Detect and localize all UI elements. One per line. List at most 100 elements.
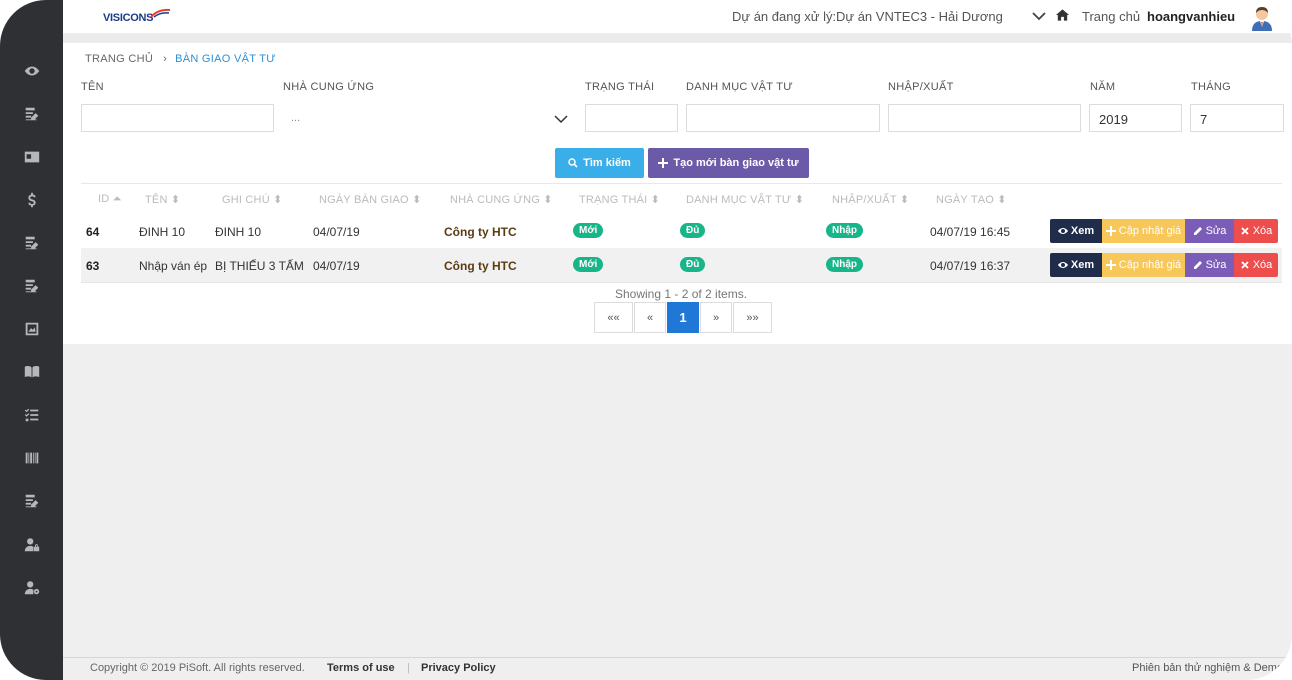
close-icon	[1241, 261, 1249, 269]
cell-handover-date: 04/07/19	[313, 259, 360, 273]
delete-button[interactable]: Xóa	[1234, 253, 1278, 277]
page-1-button[interactable]: 1	[667, 302, 699, 333]
col-status[interactable]: TRẠNG THÁI ⬍	[579, 193, 660, 206]
create-button-label: Tạo mới bàn giao vật tư	[673, 157, 799, 169]
image-frame-icon[interactable]	[22, 319, 42, 339]
prev-page-button[interactable]: «	[634, 302, 666, 333]
barcode-icon[interactable]	[22, 448, 42, 468]
copyright-text: Copyright © 2019 PiSoft. All rights rese…	[90, 662, 305, 674]
col-category[interactable]: DANH MỤC VẬT TƯ ⬍	[686, 193, 804, 206]
update-price-label: Cập nhật giá	[1118, 259, 1182, 271]
eye-icon[interactable]	[22, 61, 42, 81]
user-cog-icon[interactable]	[22, 578, 42, 598]
edit-button-label: Sửa	[1205, 259, 1227, 271]
name-filter-input[interactable]	[81, 104, 274, 132]
name-filter-label: TÊN	[81, 81, 104, 93]
col-id[interactable]: ID ⏶	[98, 193, 122, 206]
eye-icon	[1057, 262, 1068, 268]
edit-list-icon[interactable]	[22, 491, 42, 511]
table-row: 64 ĐINH 10 ĐINH 10 04/07/19 Công ty HTC …	[81, 214, 1282, 249]
cell-supplier: Công ty HTC	[444, 225, 517, 239]
project-label: Dự án đang xử lý:	[732, 9, 837, 24]
io-badge: Nhập	[826, 257, 863, 272]
plus-icon	[658, 158, 669, 168]
io-filter-label: NHẬP/XUẤT	[888, 81, 954, 93]
category-filter-label: DANH MỤC VẬT TƯ	[686, 81, 793, 93]
breadcrumb: TRANG CHỦ › BÀN GIAO VẬT TƯ	[85, 53, 276, 65]
checklist-icon[interactable]	[22, 405, 42, 425]
edit-list-icon[interactable]	[22, 276, 42, 296]
visicons-logo[interactable]: VISICONS	[103, 8, 173, 28]
delete-button-label: Xóa	[1252, 259, 1273, 271]
close-icon	[1241, 227, 1249, 235]
delete-button[interactable]: Xóa	[1234, 219, 1278, 243]
update-price-label: Cập nhật giá	[1118, 225, 1182, 237]
breadcrumb-separator-icon: ›	[163, 53, 168, 65]
view-button-label: Xem	[1070, 225, 1095, 237]
next-page-button[interactable]: »	[700, 302, 732, 333]
privacy-link[interactable]: Privacy Policy	[421, 662, 496, 674]
supplier-select[interactable]: ...	[281, 104, 571, 132]
pencil-icon	[1193, 227, 1202, 235]
search-icon	[568, 158, 578, 168]
edit-list-icon[interactable]	[22, 233, 42, 253]
cell-id: 63	[86, 259, 100, 273]
cell-note: BỊ THIẾU 3 TẤM	[215, 259, 304, 273]
col-io[interactable]: NHẬP/XUẤT ⬍	[832, 193, 909, 206]
user-lock-icon[interactable]	[22, 535, 42, 555]
plus-icon	[1105, 260, 1116, 270]
home-link[interactable]: Trang chủ	[1082, 9, 1140, 24]
breadcrumb-home[interactable]: TRANG CHỦ	[85, 53, 153, 65]
search-button[interactable]: Tìm kiếm	[555, 148, 644, 178]
edit-button-label: Sửa	[1205, 225, 1227, 237]
update-price-button[interactable]: Cập nhật giá	[1102, 253, 1185, 277]
dollar-icon[interactable]	[22, 190, 42, 210]
chevron-down-icon[interactable]	[554, 114, 568, 124]
delete-button-label: Xóa	[1252, 225, 1273, 237]
month-input[interactable]: 7	[1190, 104, 1284, 132]
io-filter-input[interactable]	[888, 104, 1081, 132]
category-filter-input[interactable]	[686, 104, 880, 132]
view-button[interactable]: Xem	[1050, 253, 1102, 277]
update-price-button[interactable]: Cập nhật giá	[1102, 219, 1185, 243]
last-page-button[interactable]: »»	[733, 302, 772, 333]
cell-created: 04/07/19 16:37	[930, 259, 1011, 273]
home-icon[interactable]	[1055, 8, 1070, 22]
top-header: VISICONS Dự án đang xử lý: Dự án VNTEC3 …	[63, 0, 1292, 33]
username[interactable]: hoangvanhieu	[1147, 9, 1235, 24]
edit-button[interactable]: Sửa	[1185, 219, 1234, 243]
first-page-button[interactable]: ««	[594, 302, 633, 333]
chevron-down-icon[interactable]	[1031, 10, 1047, 22]
cell-handover-date: 04/07/19	[313, 225, 360, 239]
edit-list-icon[interactable]	[22, 104, 42, 124]
cell-name: ĐINH 10	[139, 225, 186, 239]
status-filter-label: TRẠNG THÁI	[585, 81, 655, 93]
create-handover-button[interactable]: Tạo mới bàn giao vật tư	[648, 148, 809, 178]
col-created[interactable]: NGÀY TẠO ⬍	[936, 193, 1007, 206]
col-supplier[interactable]: NHÀ CUNG ỨNG ⬍	[450, 193, 553, 206]
cell-note: ĐINH 10	[215, 225, 262, 239]
version-text: Phiên bản thử nghiệm & Demo	[1132, 662, 1284, 674]
project-selector[interactable]: Dự án VNTEC3 - Hải Dương	[836, 9, 1003, 24]
status-badge: Mới	[573, 257, 604, 272]
cell-id: 64	[86, 225, 100, 239]
col-name[interactable]: TÊN ⬍	[145, 193, 180, 206]
col-note[interactable]: GHI CHÚ ⬍	[222, 193, 283, 206]
avatar[interactable]	[1248, 3, 1276, 31]
edit-button[interactable]: Sửa	[1185, 253, 1234, 277]
col-handover-date[interactable]: NGÀY BÀN GIAO ⬍	[319, 193, 422, 206]
logo-text: VISICONS	[103, 12, 154, 24]
terms-link[interactable]: Terms of use	[327, 662, 395, 674]
pencil-icon	[1193, 261, 1202, 269]
category-badge: Đủ	[680, 257, 706, 272]
status-filter-input[interactable]	[585, 104, 678, 132]
logo-swoosh-icon	[150, 8, 171, 18]
view-button[interactable]: Xem	[1050, 219, 1102, 243]
year-input[interactable]: 2019	[1089, 104, 1182, 132]
footer-separator: |	[407, 662, 410, 674]
book-icon[interactable]	[22, 362, 42, 382]
supplier-filter-label: NHÀ CUNG ỨNG	[283, 81, 375, 93]
id-card-icon[interactable]	[22, 147, 42, 167]
view-button-label: Xem	[1070, 259, 1095, 271]
header-divider	[63, 33, 1292, 43]
